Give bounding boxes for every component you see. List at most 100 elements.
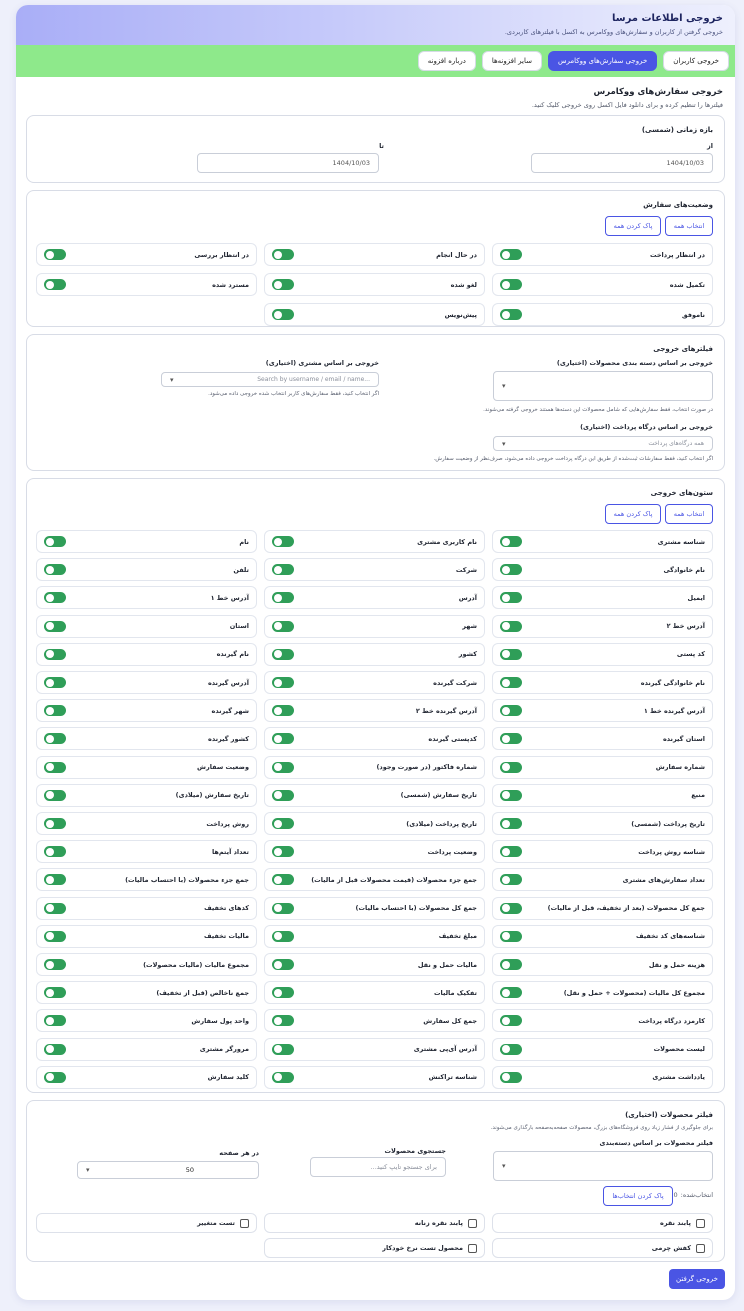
toggle-switch[interactable] <box>500 620 522 632</box>
toggle-switch[interactable] <box>500 902 522 914</box>
column-toggle-20[interactable]: شهر گیرنده <box>36 699 257 723</box>
column-toggle-39[interactable]: جمع کل محصولات (بعد از تخفیف، قبل از مال… <box>492 896 713 920</box>
checkbox[interactable] <box>696 1218 705 1228</box>
column-toggle-44[interactable]: مالیات تخفیف <box>36 924 257 948</box>
columns-select-all-button[interactable]: انتخاب همه <box>665 504 713 524</box>
toggle-switch[interactable] <box>500 564 522 576</box>
column-toggle-5[interactable]: تلفن <box>36 558 257 582</box>
toggle-switch[interactable] <box>44 930 66 942</box>
column-toggle-0[interactable]: شناسه مشتری <box>492 530 713 553</box>
toggle-switch[interactable] <box>500 1071 522 1083</box>
column-toggle-49[interactable]: تفکیک مالیات <box>264 981 485 1005</box>
column-toggle-21[interactable]: استان گیرنده <box>492 727 713 751</box>
product-category-select[interactable]: ▾ <box>493 1151 713 1181</box>
toggle-switch[interactable] <box>44 279 66 290</box>
column-toggle-45[interactable]: هزینه حمل و نقل <box>492 953 713 976</box>
toggle-switch[interactable] <box>500 733 522 745</box>
status-toggle-5[interactable]: مسترد شده <box>36 273 257 296</box>
toggle-switch[interactable] <box>500 846 522 858</box>
column-toggle-33[interactable]: شناسه روش پرداخت <box>492 840 713 864</box>
column-toggle-22[interactable]: کدپستی گیرنده <box>264 727 485 751</box>
toggle-switch[interactable] <box>44 959 66 970</box>
column-toggle-53[interactable]: واحد پول سفارش <box>36 1009 257 1033</box>
toggle-switch[interactable] <box>44 818 66 829</box>
toggle-switch[interactable] <box>272 677 294 688</box>
toggle-switch[interactable] <box>500 987 522 999</box>
toggle-switch[interactable] <box>272 930 294 942</box>
tab-about-plugin[interactable]: درباره افزونه <box>417 51 476 71</box>
product-option-3[interactable]: کفش چرمی <box>492 1238 713 1258</box>
toggle-switch[interactable] <box>272 1071 294 1083</box>
column-toggle-2[interactable]: نام <box>36 530 257 553</box>
toggle-switch[interactable] <box>44 620 66 632</box>
column-toggle-52[interactable]: جمع کل سفارش <box>264 1009 485 1033</box>
product-option-0[interactable]: پابند نقره <box>492 1213 713 1233</box>
date-from-input[interactable]: 1404/10/03 <box>531 153 713 173</box>
column-toggle-8[interactable]: آدرس خط ۱ <box>36 586 257 610</box>
toggle-switch[interactable] <box>500 874 522 886</box>
toggle-switch[interactable] <box>500 536 522 547</box>
toggle-switch[interactable] <box>44 592 66 604</box>
column-toggle-47[interactable]: مجموع مالیات (مالیات محصولات) <box>36 953 257 976</box>
toggle-switch[interactable] <box>500 1043 522 1055</box>
toggle-switch[interactable] <box>44 1015 66 1027</box>
toggle-switch[interactable] <box>44 789 66 801</box>
column-toggle-57[interactable]: یادداشت مشتری <box>492 1065 713 1089</box>
checkbox[interactable] <box>468 1243 477 1253</box>
column-toggle-40[interactable]: جمع کل محصولات (با احتساب مالیات) <box>264 896 485 920</box>
status-toggle-1[interactable]: در حال انجام <box>264 243 485 266</box>
clear-selection-button[interactable]: پاک کردن انتخاب‌ها <box>603 1186 673 1206</box>
toggle-switch[interactable] <box>272 761 294 773</box>
column-toggle-43[interactable]: مبلغ تخفیف <box>264 924 485 948</box>
column-toggle-18[interactable]: آدرس گیرنده خط ۱ <box>492 699 713 723</box>
toggle-switch[interactable] <box>44 648 66 660</box>
column-toggle-25[interactable]: شماره فاکتور (در صورت وجود) <box>264 755 485 779</box>
column-toggle-16[interactable]: شرکت گیرنده <box>264 671 485 694</box>
toggle-switch[interactable] <box>44 1043 66 1055</box>
column-toggle-29[interactable]: تاریخ سفارش (میلادی) <box>36 783 257 807</box>
gateway-filter-select[interactable]: همه درگاه‌های پرداخت ▾ <box>493 436 713 451</box>
tab-users-export[interactable]: خروجی کاربران <box>663 51 729 71</box>
toggle-switch[interactable] <box>272 249 294 260</box>
column-toggle-42[interactable]: شناسه‌های کد تخفیف <box>492 924 713 948</box>
status-toggle-3[interactable]: تکمیل شده <box>492 273 713 296</box>
status-select-all-button[interactable]: انتخاب همه <box>665 216 713 236</box>
column-toggle-3[interactable]: نام خانوادگی <box>492 558 713 582</box>
toggle-switch[interactable] <box>500 309 522 320</box>
toggle-switch[interactable] <box>44 536 66 547</box>
toggle-switch[interactable] <box>272 789 294 801</box>
product-option-2[interactable]: تست متغییر <box>36 1213 257 1233</box>
checkbox[interactable] <box>696 1243 705 1253</box>
toggle-switch[interactable] <box>500 249 522 260</box>
column-toggle-32[interactable]: روش پرداخت <box>36 812 257 835</box>
customer-search-select[interactable]: ▾ Search by username / email / name... <box>161 372 379 387</box>
toggle-switch[interactable] <box>500 705 522 717</box>
toggle-switch[interactable] <box>272 705 294 717</box>
toggle-switch[interactable] <box>272 818 294 829</box>
column-toggle-46[interactable]: مالیات حمل و نقل <box>264 953 485 976</box>
toggle-switch[interactable] <box>500 959 522 970</box>
toggle-switch[interactable] <box>272 874 294 886</box>
column-toggle-37[interactable]: جمع جزء محصولات (قیمت محصولات قبل از مال… <box>264 868 485 892</box>
category-filter-select[interactable]: ▾ <box>493 371 713 401</box>
toggle-switch[interactable] <box>272 1015 294 1027</box>
toggle-switch[interactable] <box>44 564 66 576</box>
column-toggle-56[interactable]: مرورگر مشتری <box>36 1037 257 1061</box>
column-toggle-54[interactable]: لیست محصولات <box>492 1037 713 1061</box>
column-toggle-35[interactable]: تعداد آیتم‌ها <box>36 840 257 864</box>
toggle-switch[interactable] <box>500 761 522 773</box>
column-toggle-41[interactable]: کدهای تخفیف <box>36 896 257 920</box>
column-toggle-23[interactable]: کشور گیرنده <box>36 727 257 751</box>
status-toggle-7[interactable]: پیش‌نویس <box>264 303 485 326</box>
toggle-switch[interactable] <box>272 279 294 290</box>
column-toggle-17[interactable]: آدرس گیرنده <box>36 671 257 694</box>
column-toggle-34[interactable]: وضعیت پرداخت <box>264 840 485 864</box>
column-toggle-48[interactable]: مجموع کل مالیات (محصولات + حمل و نقل) <box>492 981 713 1005</box>
column-toggle-4[interactable]: شرکت <box>264 558 485 582</box>
column-toggle-50[interactable]: جمع ناخالص (قبل از تخفیف) <box>36 981 257 1005</box>
column-toggle-28[interactable]: تاریخ سفارش (شمسی) <box>264 783 485 807</box>
product-search-input[interactable]: برای جستجو تایپ کنید... <box>310 1157 446 1177</box>
column-toggle-13[interactable]: کشور <box>264 642 485 666</box>
toggle-switch[interactable] <box>272 1043 294 1055</box>
column-toggle-19[interactable]: آدرس گیرنده خط ۲ <box>264 699 485 723</box>
